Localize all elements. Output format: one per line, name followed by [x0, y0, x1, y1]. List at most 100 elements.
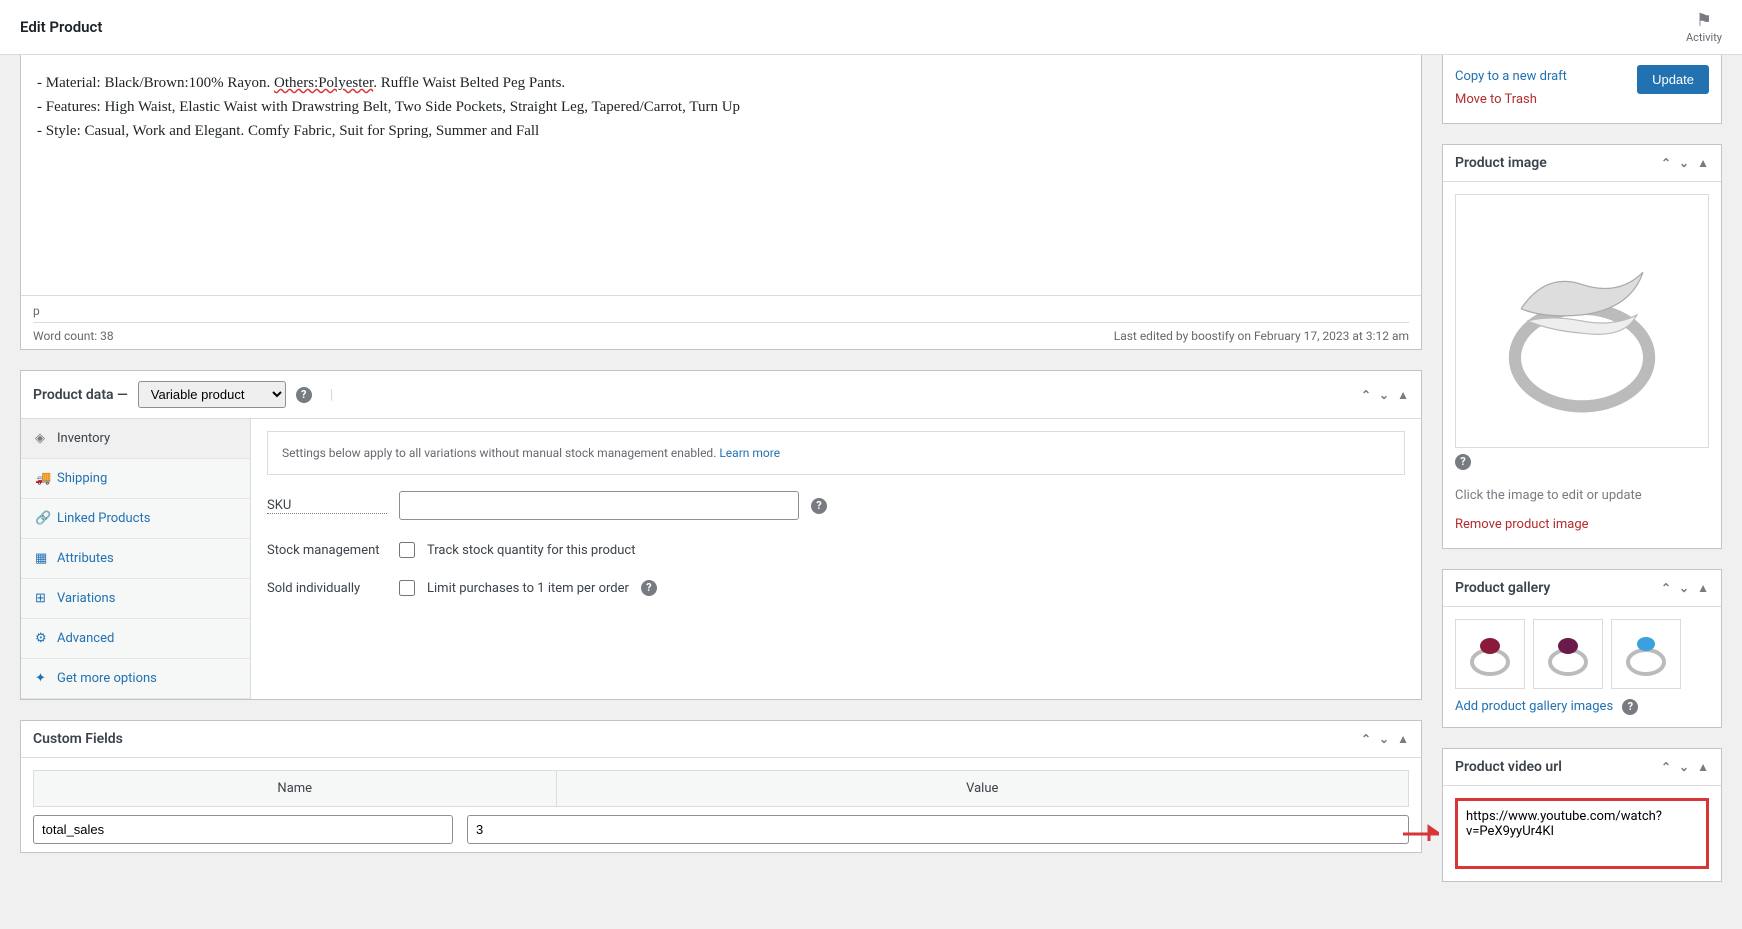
gallery-thumbs	[1455, 619, 1709, 689]
inventory-icon: ◈	[35, 431, 49, 446]
video-url-input[interactable]: https://www.youtube.com/watch?v=PeX9yyUr…	[1466, 809, 1698, 854]
sparkle-icon: ✦	[35, 671, 49, 686]
collapse-icon[interactable]: ▲	[1697, 581, 1709, 595]
help-icon[interactable]: ?	[296, 387, 312, 403]
custom-fields-title: Custom Fields	[33, 731, 1361, 747]
tab-advanced[interactable]: ⚙Advanced	[21, 619, 250, 659]
help-icon[interactable]: ?	[1455, 454, 1471, 470]
chevron-up-icon[interactable]: ⌃	[1661, 760, 1671, 774]
collapse-icon[interactable]: ▲	[1697, 156, 1709, 170]
top-bar: Edit Product ⚑ Activity	[0, 0, 1742, 55]
last-edited: Last edited by boostify on February 17, …	[1114, 329, 1409, 343]
gear-icon: ⚙	[35, 631, 49, 646]
attributes-icon: ▦	[35, 551, 49, 566]
stock-mgmt-checkbox[interactable]	[399, 542, 415, 558]
chevron-down-icon[interactable]: ⌄	[1379, 732, 1389, 746]
product-image[interactable]	[1455, 194, 1709, 448]
chevron-up-icon[interactable]: ⌃	[1361, 732, 1371, 746]
collapse-icon[interactable]: ▲	[1397, 732, 1409, 746]
sold-individually-checkbox-label: Limit purchases to 1 item per order	[427, 581, 629, 596]
sold-individually-checkbox[interactable]	[399, 580, 415, 596]
ring-image-svg	[1460, 199, 1704, 443]
custom-fields-header: Custom Fields ⌃ ⌄ ▲	[21, 721, 1421, 758]
collapse-icon[interactable]: ▲	[1397, 388, 1409, 402]
tab-linked-products[interactable]: 🔗Linked Products	[21, 499, 250, 539]
gallery-thumb-3[interactable]	[1611, 619, 1681, 689]
product-data-tabs: ◈Inventory 🚚Shipping 🔗Linked Products ▦A…	[21, 419, 251, 699]
custom-field-row	[21, 807, 1421, 852]
page-layout: - Material: Black/Brown:100% Rayon. Othe…	[0, 55, 1742, 922]
stock-management-row: Stock management Track stock quantity fo…	[267, 542, 1405, 558]
annotation-arrow-icon	[1403, 824, 1439, 844]
remove-product-image-link[interactable]: Remove product image	[1455, 513, 1709, 536]
help-icon[interactable]: ?	[1622, 699, 1638, 715]
editor-content[interactable]: - Material: Black/Brown:100% Rayon. Othe…	[21, 55, 1421, 295]
product-data-panel: Settings below apply to all variations w…	[251, 419, 1421, 699]
product-gallery-box: Product gallery ⌃ ⌄ ▲ Add product galler…	[1442, 569, 1722, 728]
product-image-box: Product image ⌃ ⌄ ▲ ? Click the image to…	[1442, 144, 1722, 549]
sold-individually-label: Sold individually	[267, 581, 387, 596]
help-icon[interactable]: ?	[811, 498, 827, 514]
custom-fields-table: Name Value	[33, 770, 1409, 807]
shipping-icon: 🚚	[35, 471, 49, 486]
gallery-thumb-2[interactable]	[1533, 619, 1603, 689]
sidebar-column: Copy to a new draft Move to Trash Update…	[1442, 55, 1722, 902]
chevron-up-icon[interactable]: ⌃	[1661, 156, 1671, 170]
main-column: - Material: Black/Brown:100% Rayon. Othe…	[20, 55, 1422, 902]
product-gallery-title: Product gallery	[1455, 580, 1661, 596]
tab-attributes[interactable]: ▦Attributes	[21, 539, 250, 579]
product-video-title: Product video url	[1455, 759, 1661, 775]
cf-name-input[interactable]	[33, 815, 453, 844]
product-video-box: Product video url ⌃ ⌄ ▲ https://www.yout…	[1442, 748, 1722, 882]
tab-get-more[interactable]: ✦Get more options	[21, 659, 250, 699]
chevron-down-icon[interactable]: ⌄	[1379, 388, 1389, 402]
activity-label: Activity	[1686, 31, 1722, 44]
stock-mgmt-label: Stock management	[267, 543, 387, 558]
separator: |	[330, 387, 334, 403]
move-to-trash-link[interactable]: Move to Trash	[1455, 88, 1567, 111]
video-url-highlight: https://www.youtube.com/watch?v=PeX9yyUr…	[1455, 798, 1709, 869]
cf-col-name: Name	[34, 771, 557, 807]
sku-input[interactable]	[399, 491, 799, 520]
sku-row: SKU ?	[267, 491, 1405, 520]
chevron-down-icon[interactable]: ⌄	[1679, 760, 1689, 774]
collapse-icon[interactable]: ▲	[1697, 760, 1709, 774]
variations-icon: ⊞	[35, 591, 49, 606]
copy-draft-link[interactable]: Copy to a new draft	[1455, 65, 1567, 88]
flag-icon: ⚑	[1686, 10, 1722, 31]
product-data-header: Product data — Variable product ? | ⌃ ⌄ …	[21, 371, 1421, 419]
sku-label: SKU	[267, 498, 387, 514]
tab-shipping[interactable]: 🚚Shipping	[21, 459, 250, 499]
product-image-hint: Click the image to edit or update	[1455, 488, 1709, 503]
cf-value-input[interactable]	[467, 815, 1409, 844]
product-image-title: Product image	[1455, 155, 1661, 171]
description-editor-box: - Material: Black/Brown:100% Rayon. Othe…	[20, 55, 1422, 350]
page-title: Edit Product	[20, 18, 102, 36]
tab-variations[interactable]: ⊞Variations	[21, 579, 250, 619]
activity-button[interactable]: ⚑ Activity	[1686, 10, 1722, 44]
chevron-up-icon[interactable]: ⌃	[1661, 581, 1671, 595]
editor-footer: p Word count: 38 Last edited by boostify…	[21, 295, 1421, 349]
chevron-up-icon[interactable]: ⌃	[1361, 388, 1371, 402]
help-icon[interactable]: ?	[641, 580, 657, 596]
custom-fields-box: Custom Fields ⌃ ⌄ ▲ Name Value	[20, 720, 1422, 853]
chevron-down-icon[interactable]: ⌄	[1679, 581, 1689, 595]
gallery-thumb-1[interactable]	[1455, 619, 1525, 689]
editor-line-2: - Features: High Waist, Elastic Waist wi…	[37, 95, 1405, 119]
word-count: Word count: 38	[33, 329, 114, 343]
editor-path[interactable]: p	[33, 300, 1409, 323]
cf-col-value: Value	[556, 771, 1409, 807]
update-button[interactable]: Update	[1637, 65, 1709, 94]
product-data-body: ◈Inventory 🚚Shipping 🔗Linked Products ▦A…	[21, 419, 1421, 699]
tab-inventory[interactable]: ◈Inventory	[21, 419, 250, 459]
product-data-box: Product data — Variable product ? | ⌃ ⌄ …	[20, 370, 1422, 700]
product-type-select[interactable]: Variable product	[138, 381, 286, 408]
editor-line-1: - Material: Black/Brown:100% Rayon. Othe…	[37, 71, 1405, 95]
add-gallery-images-link[interactable]: Add product gallery images	[1455, 695, 1613, 718]
sold-individually-row: Sold individually Limit purchases to 1 i…	[267, 580, 1405, 596]
publish-box: Copy to a new draft Move to Trash Update	[1442, 55, 1722, 124]
stock-mgmt-checkbox-label: Track stock quantity for this product	[427, 543, 635, 558]
chevron-down-icon[interactable]: ⌄	[1679, 156, 1689, 170]
inventory-notice: Settings below apply to all variations w…	[267, 431, 1405, 475]
learn-more-link[interactable]: Learn more	[719, 446, 780, 460]
